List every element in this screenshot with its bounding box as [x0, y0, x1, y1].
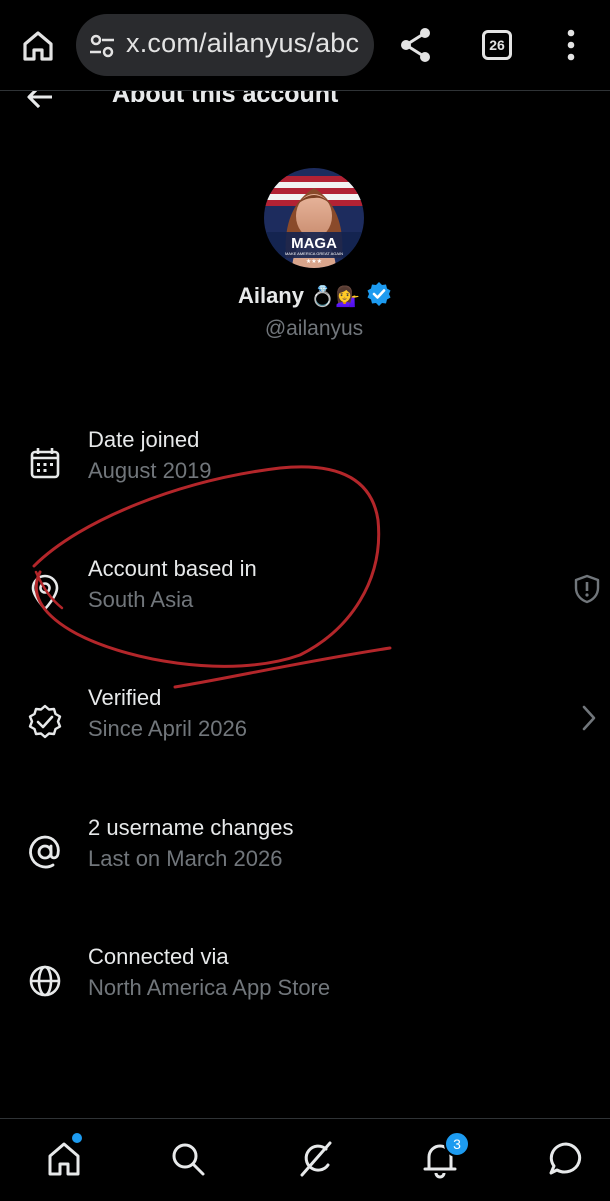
row-title: Connected via [88, 944, 229, 969]
arrow-left-icon[interactable] [26, 91, 56, 110]
home-icon[interactable] [44, 1139, 84, 1179]
search-icon[interactable] [168, 1139, 208, 1179]
row-title: Date joined [88, 427, 200, 452]
display-name-text: Ailany [237, 283, 304, 308]
display-name: Ailany 💍💁‍♀️ [0, 281, 610, 309]
notification-count-badge: 3 [444, 1131, 470, 1157]
svg-text:★★★: ★★★ [306, 258, 322, 265]
row-subtitle: South Asia [88, 587, 194, 612]
globe-icon [29, 965, 61, 997]
name-emojis: 💍💁‍♀️ [310, 286, 360, 308]
row-title: Account based in [88, 556, 257, 581]
page-title: About this account [112, 91, 339, 108]
calendar-icon [30, 448, 60, 479]
row-subtitle: August 2019 [88, 458, 212, 483]
avatar-subtext: MAKE AMERICA GREAT AGAIN [285, 251, 343, 256]
row-verified[interactable]: Verified Since April 2026 [0, 685, 610, 765]
messages-icon[interactable] [546, 1139, 586, 1179]
tabs-icon[interactable]: 26 [482, 30, 512, 60]
bottom-nav: 3 [0, 1118, 610, 1201]
row-account-based-in: Account based in South Asia [0, 556, 610, 636]
url-text[interactable]: x.com/ailanyus/abc [126, 28, 359, 59]
row-subtitle: Last on March 2026 [88, 846, 283, 871]
browser-toolbar-top: x.com/ailanyus/abc 26 [0, 0, 610, 90]
verified-check-icon [28, 704, 62, 739]
grok-icon[interactable] [296, 1139, 336, 1179]
row-subtitle: Since April 2026 [88, 716, 247, 741]
at-sign-icon [29, 835, 60, 869]
share-icon[interactable] [398, 26, 434, 64]
location-pin-icon [31, 574, 59, 611]
row-title: 2 username changes [88, 815, 294, 840]
more-vert-icon[interactable] [558, 28, 584, 62]
tune-icon[interactable] [88, 32, 116, 60]
row-title: Verified [88, 685, 162, 710]
shield-alert-icon[interactable] [572, 574, 602, 604]
home-icon[interactable] [20, 28, 56, 64]
header-sliver: About this account [0, 91, 610, 111]
verified-badge-icon [367, 282, 391, 306]
chevron-right-icon[interactable] [578, 703, 600, 733]
avatar-text: MAGA [291, 235, 337, 252]
address-bar[interactable]: x.com/ailanyus/abc [76, 14, 374, 76]
home-unread-dot [72, 1133, 82, 1143]
handle: @ailanyus [264, 317, 364, 340]
row-connected-via: Connected via North America App Store [0, 944, 610, 1024]
row-date-joined: Date joined August 2019 [0, 427, 610, 507]
avatar[interactable]: MAGA MAKE AMERICA GREAT AGAIN ★★★ [264, 168, 364, 268]
row-username-changes: 2 username changes Last on March 2026 [0, 815, 610, 895]
row-subtitle: North America App Store [88, 975, 331, 1000]
